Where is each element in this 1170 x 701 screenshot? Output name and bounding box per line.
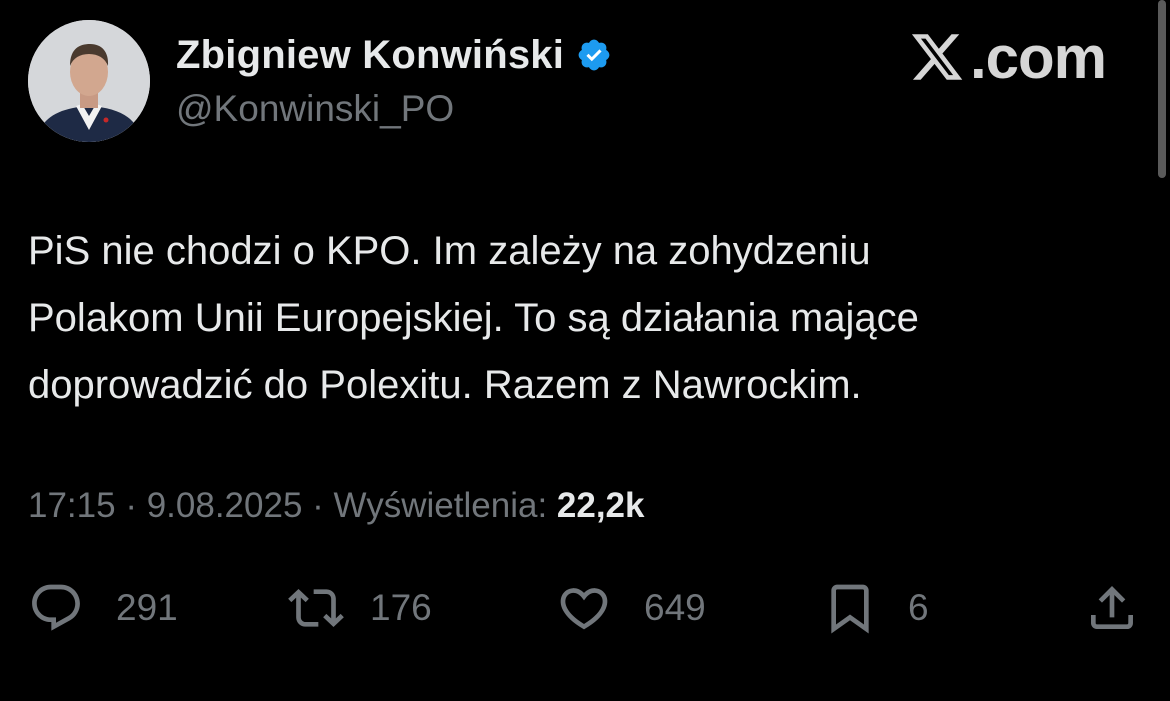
verified-badge-icon — [576, 37, 612, 73]
views-count[interactable]: 22,2k — [557, 486, 645, 525]
repost-button[interactable]: 176 — [288, 576, 432, 640]
tweet-time[interactable]: 17:15 — [28, 486, 116, 525]
author-handle[interactable]: @Konwinski_PO — [176, 88, 612, 130]
tweet-text-line: PiS nie chodzi o KPO. Im zależy na zohyd… — [28, 229, 871, 273]
repost-icon — [288, 589, 344, 627]
share-icon — [1091, 586, 1133, 629]
x-com-text: .com — [969, 23, 1107, 91]
avatar[interactable] — [28, 20, 150, 142]
reply-button[interactable]: 291 — [28, 576, 178, 640]
tweet-meta: 17:15 · 9.08.2025 · Wyświetlenia: 22,2k — [28, 486, 645, 526]
meta-separator: · — [115, 486, 147, 525]
reply-icon — [32, 584, 80, 631]
author-info: Zbigniew Konwiński @Konwinski_PO — [176, 30, 612, 130]
tweet-text-line: Polakom Unii Europejskiej. To są działan… — [28, 296, 919, 340]
avatar-photo — [28, 20, 150, 142]
author-display-name[interactable]: Zbigniew Konwiński — [176, 33, 564, 78]
views-label: Wyświetlenia: — [333, 486, 557, 525]
share-button[interactable] — [1084, 576, 1140, 640]
bookmark-button[interactable]: 6 — [822, 576, 929, 640]
tweet-screenshot: Zbigniew Konwiński @Konwinski_PO .com Pi… — [0, 0, 1170, 701]
tweet-text: PiS nie chodzi o KPO. Im zależy na zohyd… — [28, 218, 1128, 419]
x-logo-icon — [911, 34, 963, 80]
repost-count: 176 — [370, 587, 432, 628]
bookmark-count: 6 — [908, 587, 929, 628]
meta-separator: · — [302, 486, 334, 525]
action-bar: 291 176 649 6 — [0, 576, 1170, 640]
tweet-text-line: doprowadzić do Polexitu. Razem z Nawrock… — [28, 363, 862, 407]
bookmark-icon — [831, 584, 869, 634]
like-count: 649 — [644, 587, 706, 628]
heart-icon — [560, 588, 608, 630]
scrollbar[interactable] — [1158, 0, 1166, 178]
like-button[interactable]: 649 — [556, 576, 706, 640]
x-com-watermark: .com — [906, 22, 1107, 92]
tweet-date[interactable]: 9.08.2025 — [147, 486, 303, 525]
reply-count: 291 — [116, 587, 178, 628]
